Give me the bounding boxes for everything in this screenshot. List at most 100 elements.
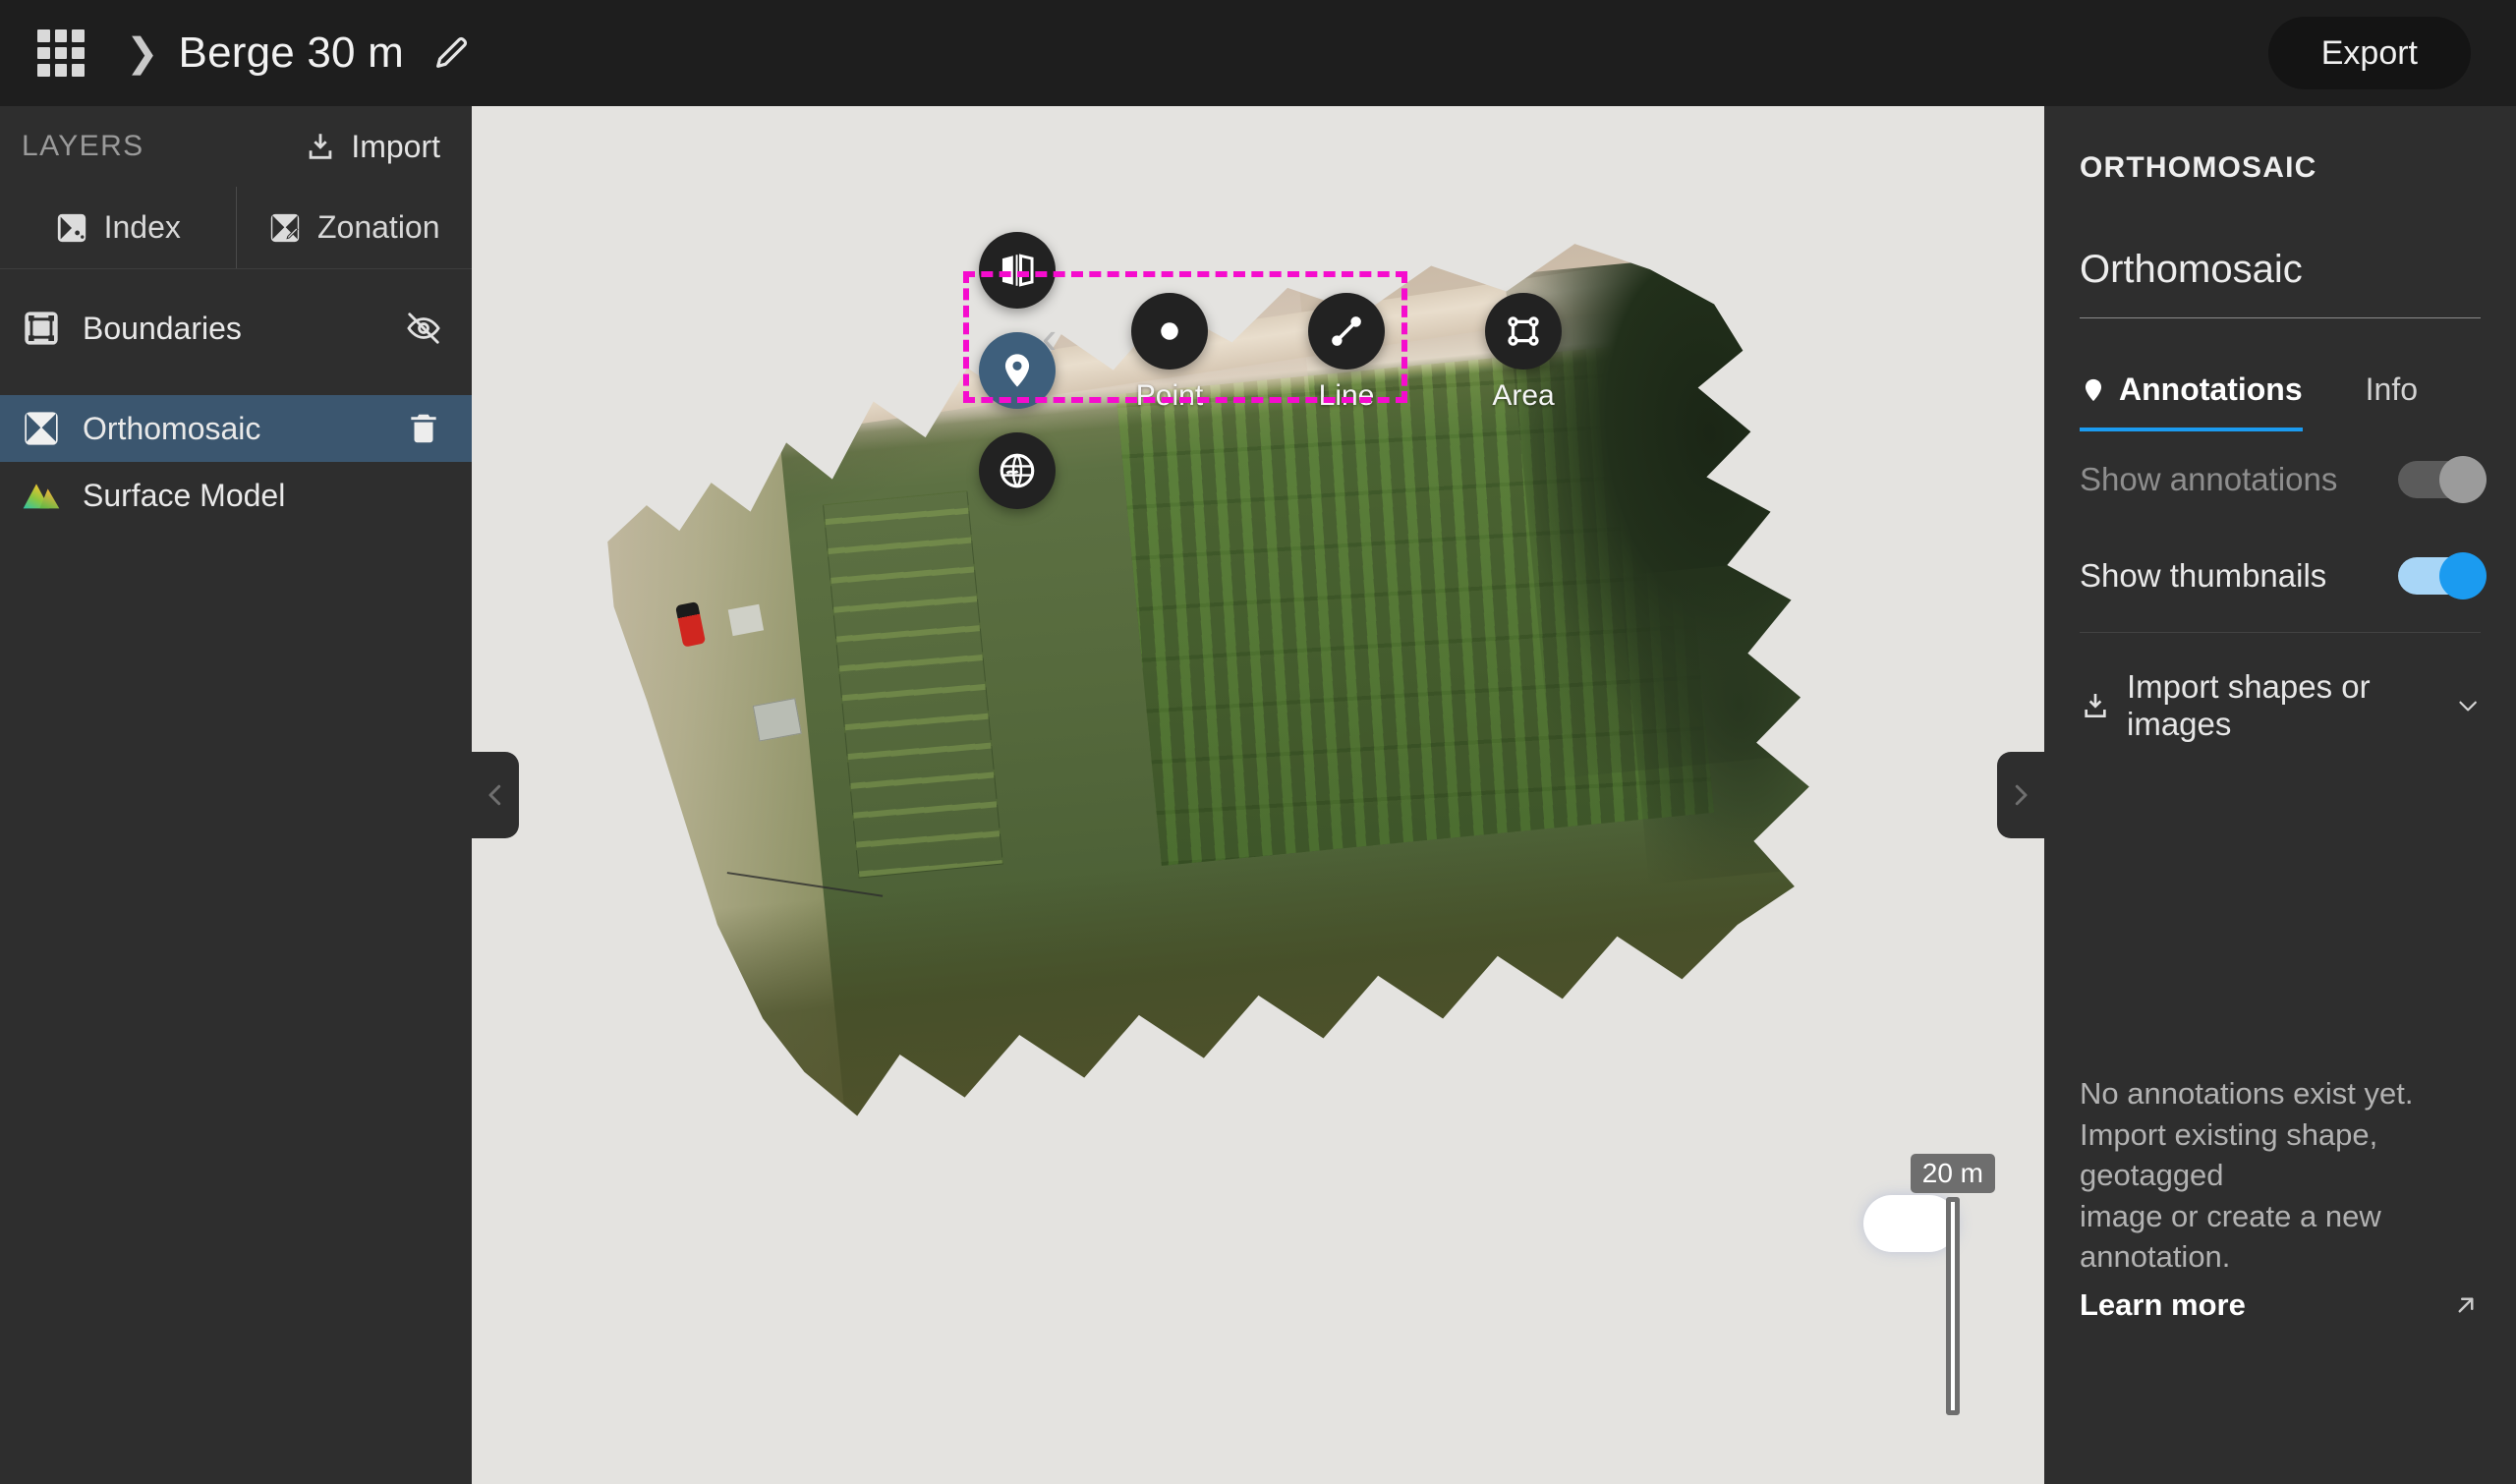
import-tray-icon [2080, 690, 2111, 721]
grid-cell [72, 64, 85, 77]
scale-bar-ruler [1945, 1197, 1960, 1415]
toggle-knob [2439, 456, 2487, 503]
line-tool-label: Line [1318, 379, 1375, 412]
external-link-arrow-icon [2451, 1290, 2481, 1320]
shape-tool-point[interactable]: Point [1081, 293, 1258, 413]
show-annotations-toggle[interactable] [2398, 456, 2487, 503]
export-button[interactable]: Export [2267, 17, 2471, 89]
map-viewport[interactable]: › ‹ Point [472, 106, 2044, 1484]
learn-more-row[interactable]: Learn more [2080, 1287, 2481, 1323]
chevron-left-icon [481, 780, 510, 810]
layer-row-boundaries[interactable]: Boundaries [0, 295, 472, 362]
layer-label: Orthomosaic [83, 410, 261, 446]
grid-apps-icon[interactable] [37, 29, 85, 77]
show-annotations-label: Show annotations [2080, 461, 2338, 497]
import-shapes-row[interactable]: Import shapes or images [2080, 633, 2481, 778]
tab-index[interactable]: Index [0, 187, 236, 268]
annotations-empty-state: No annotations exist yet. Import existin… [2080, 1073, 2481, 1323]
ortho-crop-plot-left [823, 490, 1003, 878]
point-dot-icon [1149, 311, 1190, 352]
panel-kicker: ORTHOMOSAIC [2080, 151, 2317, 184]
app-body: LAYERS Import Index Zonation Boundaries … [0, 106, 2516, 1484]
chevron-down-icon[interactable] [2455, 691, 2481, 720]
breadcrumb-separator: ❯ [126, 31, 159, 75]
layers-section-label: LAYERS [22, 130, 144, 162]
empty-state-line-2: Import existing shape, geotagged [2080, 1116, 2378, 1193]
details-panel: ORTHOMOSAIC Orthomosaic Annotations Info… [2044, 106, 2516, 1484]
tab-annotations-label: Annotations [2119, 371, 2303, 407]
empty-state-line-3: image or create a new annotation. [2080, 1198, 2381, 1275]
show-thumbnails-toggle[interactable] [2398, 552, 2487, 599]
show-thumbnails-label: Show thumbnails [2080, 557, 2327, 594]
scale-bar-label: 20 m [1910, 1154, 1995, 1193]
import-shapes-label: Import shapes or images [2127, 668, 2371, 742]
layer-row-orthomosaic[interactable]: Orthomosaic [0, 395, 472, 462]
tab-zonation-label: Zonation [316, 209, 440, 245]
tab-annotations[interactable]: Annotations [2080, 354, 2303, 431]
map-tool-column [979, 232, 1056, 509]
grid-cell [37, 29, 50, 42]
grid-cell [54, 29, 68, 42]
layers-header: LAYERS Import [0, 106, 472, 187]
area-tool-label: Area [1492, 379, 1555, 412]
panel-layer-name: Orthomosaic [2080, 248, 2481, 318]
grid-cell [54, 64, 68, 77]
area-polygon-icon [1503, 311, 1544, 352]
grid-cell [37, 46, 50, 60]
tab-info[interactable]: Info [2303, 354, 2481, 431]
tab-zonation[interactable]: Zonation [235, 187, 473, 268]
toggle-knob [2439, 552, 2487, 599]
layer-label: Boundaries [83, 310, 242, 346]
boundary-square-icon [22, 309, 61, 348]
map-pin-icon [997, 350, 1038, 391]
tab-index-label: Index [103, 209, 181, 245]
chevron-right-icon [2006, 780, 2035, 810]
layer-row-surface-model[interactable]: Surface Model [0, 462, 472, 529]
grid-cell [72, 29, 85, 42]
collapse-rightpanel-handle[interactable] [1997, 752, 2044, 838]
top-bar: ❯ Berge 30 m Export [0, 0, 2516, 106]
globe-3d-icon [997, 450, 1038, 491]
line-segment-icon [1326, 311, 1367, 352]
import-tray-icon [304, 130, 337, 163]
import-button-label: Import [351, 128, 440, 164]
shape-tool-group: Point Line Area [1081, 293, 1612, 413]
index-square-icon [55, 211, 88, 245]
learn-more-link[interactable]: Learn more [2080, 1287, 2246, 1323]
empty-state-line-1: No annotations exist yet. [2080, 1076, 2414, 1111]
app-root: ❯ Berge 30 m Export LAYERS Import Index … [0, 0, 2516, 1484]
collapse-sidebar-handle[interactable] [472, 752, 519, 838]
point-tool-label: Point [1135, 379, 1204, 412]
grid-cell [54, 46, 68, 60]
split-compare-icon [997, 250, 1038, 291]
sidebar-tabs: Index Zonation [0, 187, 472, 269]
shape-tool-area[interactable]: Area [1435, 293, 1612, 413]
grid-cell [72, 46, 85, 60]
tab-info-label: Info [2365, 371, 2418, 407]
map-pin-icon [2080, 376, 2107, 404]
point-tool-button[interactable] [1131, 293, 1208, 370]
show-thumbnails-row: Show thumbnails [2080, 528, 2487, 624]
layer-list: Boundaries Orthomosaic Surface Model [0, 269, 472, 529]
page-title: Berge 30 m [178, 29, 404, 77]
surface-model-mountain-icon [22, 476, 61, 515]
layer-label: Surface Model [83, 477, 286, 513]
grid-cell [37, 64, 50, 77]
line-tool-button[interactable] [1308, 293, 1385, 370]
pencil-icon[interactable] [431, 33, 471, 73]
import-button[interactable]: Import [296, 123, 448, 171]
show-annotations-row: Show annotations [2080, 431, 2487, 528]
layer-list-gap [0, 362, 472, 395]
shape-tool-line[interactable]: Line [1258, 293, 1435, 413]
scale-bar: 20 m [1910, 1154, 1995, 1415]
globe-3d-button[interactable] [979, 432, 1056, 509]
orthomosaic-x-icon [22, 409, 61, 448]
eye-off-icon[interactable] [405, 310, 442, 347]
trash-icon[interactable] [405, 410, 442, 447]
layers-sidebar: LAYERS Import Index Zonation Boundaries … [0, 106, 472, 1484]
annotation-pin-button[interactable] [979, 332, 1056, 409]
panel-tabs: Annotations Info [2080, 354, 2481, 431]
compare-split-button[interactable] [979, 232, 1056, 309]
zonation-pencil-icon [268, 211, 302, 245]
area-tool-button[interactable] [1485, 293, 1562, 370]
